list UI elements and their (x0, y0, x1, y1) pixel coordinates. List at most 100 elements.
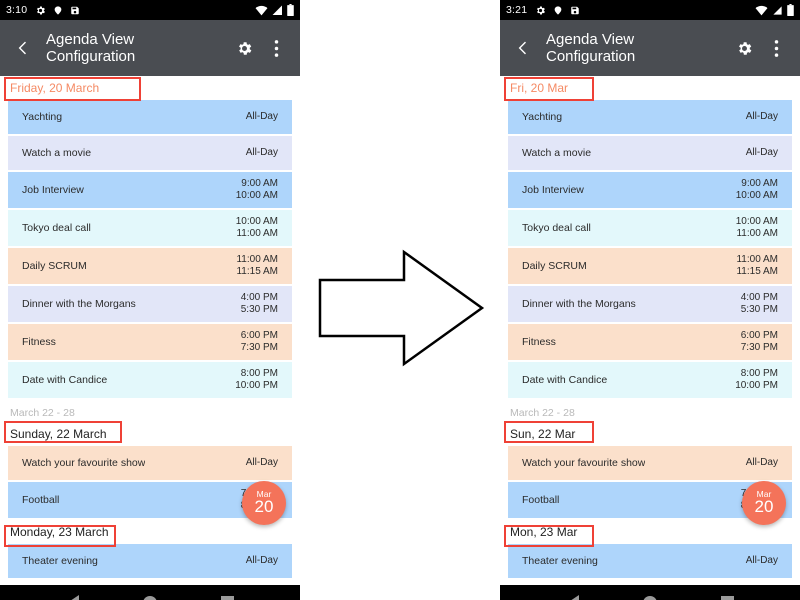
event-time: 10:00 AM 11:00 AM (228, 216, 278, 240)
event-row[interactable]: Yachting All-Day (8, 100, 292, 134)
event-title: Tokyo deal call (522, 222, 591, 234)
event-title: Dinner with the Morgans (522, 298, 636, 310)
page-title: Agenda View Configuration (46, 31, 230, 65)
event-row[interactable]: Watch a movie All-Day (508, 136, 792, 170)
event-row[interactable]: Theater evening All-Day (8, 544, 292, 578)
event-row[interactable]: Yachting All-Day (508, 100, 792, 134)
event-time-start: All-Day (245, 111, 278, 122)
event-time: 9:00 AM 10:00 AM (228, 178, 278, 202)
event-row[interactable]: Watch your favourite show All-Day (8, 446, 292, 480)
settings-button[interactable] (230, 34, 258, 62)
gear-icon (535, 5, 546, 16)
back-button[interactable] (510, 35, 536, 61)
event-row[interactable]: Date with Candice 8:00 PM 10:00 PM (508, 362, 792, 398)
event-row[interactable]: Date with Candice 8:00 PM 10:00 PM (8, 362, 292, 398)
signal-icon (772, 5, 783, 16)
event-row[interactable]: Daily SCRUM 11:00 AM 11:15 AM (8, 248, 292, 284)
event-time-end: 10:00 PM (235, 380, 278, 391)
date-header[interactable]: Monday, 23 March (0, 520, 300, 544)
event-row[interactable]: Watch your favourite show All-Day (508, 446, 792, 480)
fab-day-label: 20 (254, 497, 274, 516)
location-pin-icon (553, 5, 563, 16)
event-title: Football (22, 494, 60, 506)
date-fab-button[interactable]: Mar 20 (242, 481, 286, 525)
event-time-start: 11:00 AM (236, 254, 278, 265)
home-circle-icon (642, 595, 657, 600)
event-row[interactable]: Fitness 6:00 PM 7:30 PM (8, 324, 292, 360)
date-header[interactable]: Friday, 20 March (0, 76, 300, 100)
week-range-label: March 22 - 28 (10, 407, 75, 419)
event-time-start: All-Day (745, 555, 778, 566)
event-title: Watch your favourite show (522, 457, 646, 469)
event-list: Theater evening All-Day (500, 544, 800, 578)
event-title: Fitness (22, 336, 56, 348)
nav-back-button[interactable] (559, 589, 587, 600)
event-title: Watch your favourite show (22, 457, 146, 469)
event-list: Yachting All-Day Watch a movie All-Day J… (500, 100, 800, 398)
overflow-menu-button[interactable] (762, 34, 790, 62)
event-row[interactable]: Tokyo deal call 10:00 AM 11:00 AM (508, 210, 792, 246)
recents-square-icon (720, 596, 734, 600)
event-row[interactable]: Fitness 6:00 PM 7:30 PM (508, 324, 792, 360)
event-row[interactable]: Dinner with the Morgans 4:00 PM 5:30 PM (8, 286, 292, 322)
event-list: Yachting All-Day Watch a movie All-Day J… (0, 100, 300, 398)
save-icon (570, 5, 580, 16)
app-bar: Agenda View Configuration (500, 20, 800, 76)
agenda-day-group: Fri, 20 Mar Yachting All-Day Watch a mov… (500, 76, 800, 398)
nav-home-button[interactable] (136, 589, 164, 600)
overflow-menu-button[interactable] (262, 34, 290, 62)
status-bar-time: 3:21 (506, 4, 528, 16)
event-time-start: 6:00 PM (240, 330, 278, 341)
date-header[interactable]: Sunday, 22 March (0, 422, 300, 446)
event-title: Theater evening (522, 555, 598, 567)
page-title: Agenda View Configuration (546, 31, 730, 65)
event-title: Date with Candice (522, 374, 608, 386)
date-header[interactable]: Sun, 22 Mar (500, 422, 800, 446)
event-row[interactable]: Watch a movie All-Day (8, 136, 292, 170)
agenda-list[interactable]: Friday, 20 March Yachting All-Day Watch … (0, 76, 300, 585)
app-bar-actions (730, 34, 790, 62)
event-time-start: All-Day (745, 457, 778, 468)
battery-icon (787, 4, 794, 16)
event-title: Yachting (522, 111, 563, 123)
event-row[interactable]: Daily SCRUM 11:00 AM 11:15 AM (508, 248, 792, 284)
event-row[interactable]: Job Interview 9:00 AM 10:00 AM (508, 172, 792, 208)
status-bar-notification-icons (35, 5, 80, 16)
event-time: 9:00 AM 10:00 AM (728, 178, 778, 202)
date-header[interactable]: Fri, 20 Mar (500, 76, 800, 100)
status-bar-system-icons (755, 4, 794, 16)
gear-icon (238, 41, 251, 55)
event-time-start: 8:00 PM (740, 368, 778, 379)
agenda-list[interactable]: Fri, 20 Mar Yachting All-Day Watch a mov… (500, 76, 800, 585)
event-time-end: 5:30 PM (240, 304, 278, 315)
event-time: All-Day (738, 457, 778, 469)
date-header[interactable]: Mon, 23 Mar (500, 520, 800, 544)
agenda-day-group: Mon, 23 Mar Theater evening All-Day (500, 520, 800, 578)
save-icon (70, 5, 80, 16)
event-time-end: 10:00 PM (735, 380, 778, 391)
event-row[interactable]: Job Interview 9:00 AM 10:00 AM (8, 172, 292, 208)
nav-recents-button[interactable] (213, 589, 241, 600)
event-time-start: All-Day (245, 147, 278, 158)
date-fab-button[interactable]: Mar 20 (742, 481, 786, 525)
event-row[interactable]: Dinner with the Morgans 4:00 PM 5:30 PM (508, 286, 792, 322)
comparison-stage: 3:10 Agenda View Configuration Friday, 2… (0, 0, 800, 600)
gear-icon (738, 41, 751, 55)
right-arrow-icon (318, 249, 485, 367)
event-time-end: 7:30 PM (240, 342, 278, 353)
event-row[interactable]: Tokyo deal call 10:00 AM 11:00 AM (8, 210, 292, 246)
event-row[interactable]: Theater evening All-Day (508, 544, 792, 578)
settings-button[interactable] (730, 34, 758, 62)
back-button[interactable] (10, 35, 36, 61)
back-triangle-icon (66, 594, 79, 600)
nav-recents-button[interactable] (713, 589, 741, 600)
event-time-end: 5:30 PM (740, 304, 778, 315)
nav-home-button[interactable] (636, 589, 664, 600)
app-bar-actions (230, 34, 290, 62)
event-time: 8:00 PM 10:00 PM (727, 368, 778, 392)
event-time: All-Day (738, 111, 778, 123)
app-bar: Agenda View Configuration (0, 20, 300, 76)
event-time: 8:00 PM 10:00 PM (227, 368, 278, 392)
nav-back-button[interactable] (59, 589, 87, 600)
event-time: 11:00 AM 11:15 AM (228, 254, 278, 278)
